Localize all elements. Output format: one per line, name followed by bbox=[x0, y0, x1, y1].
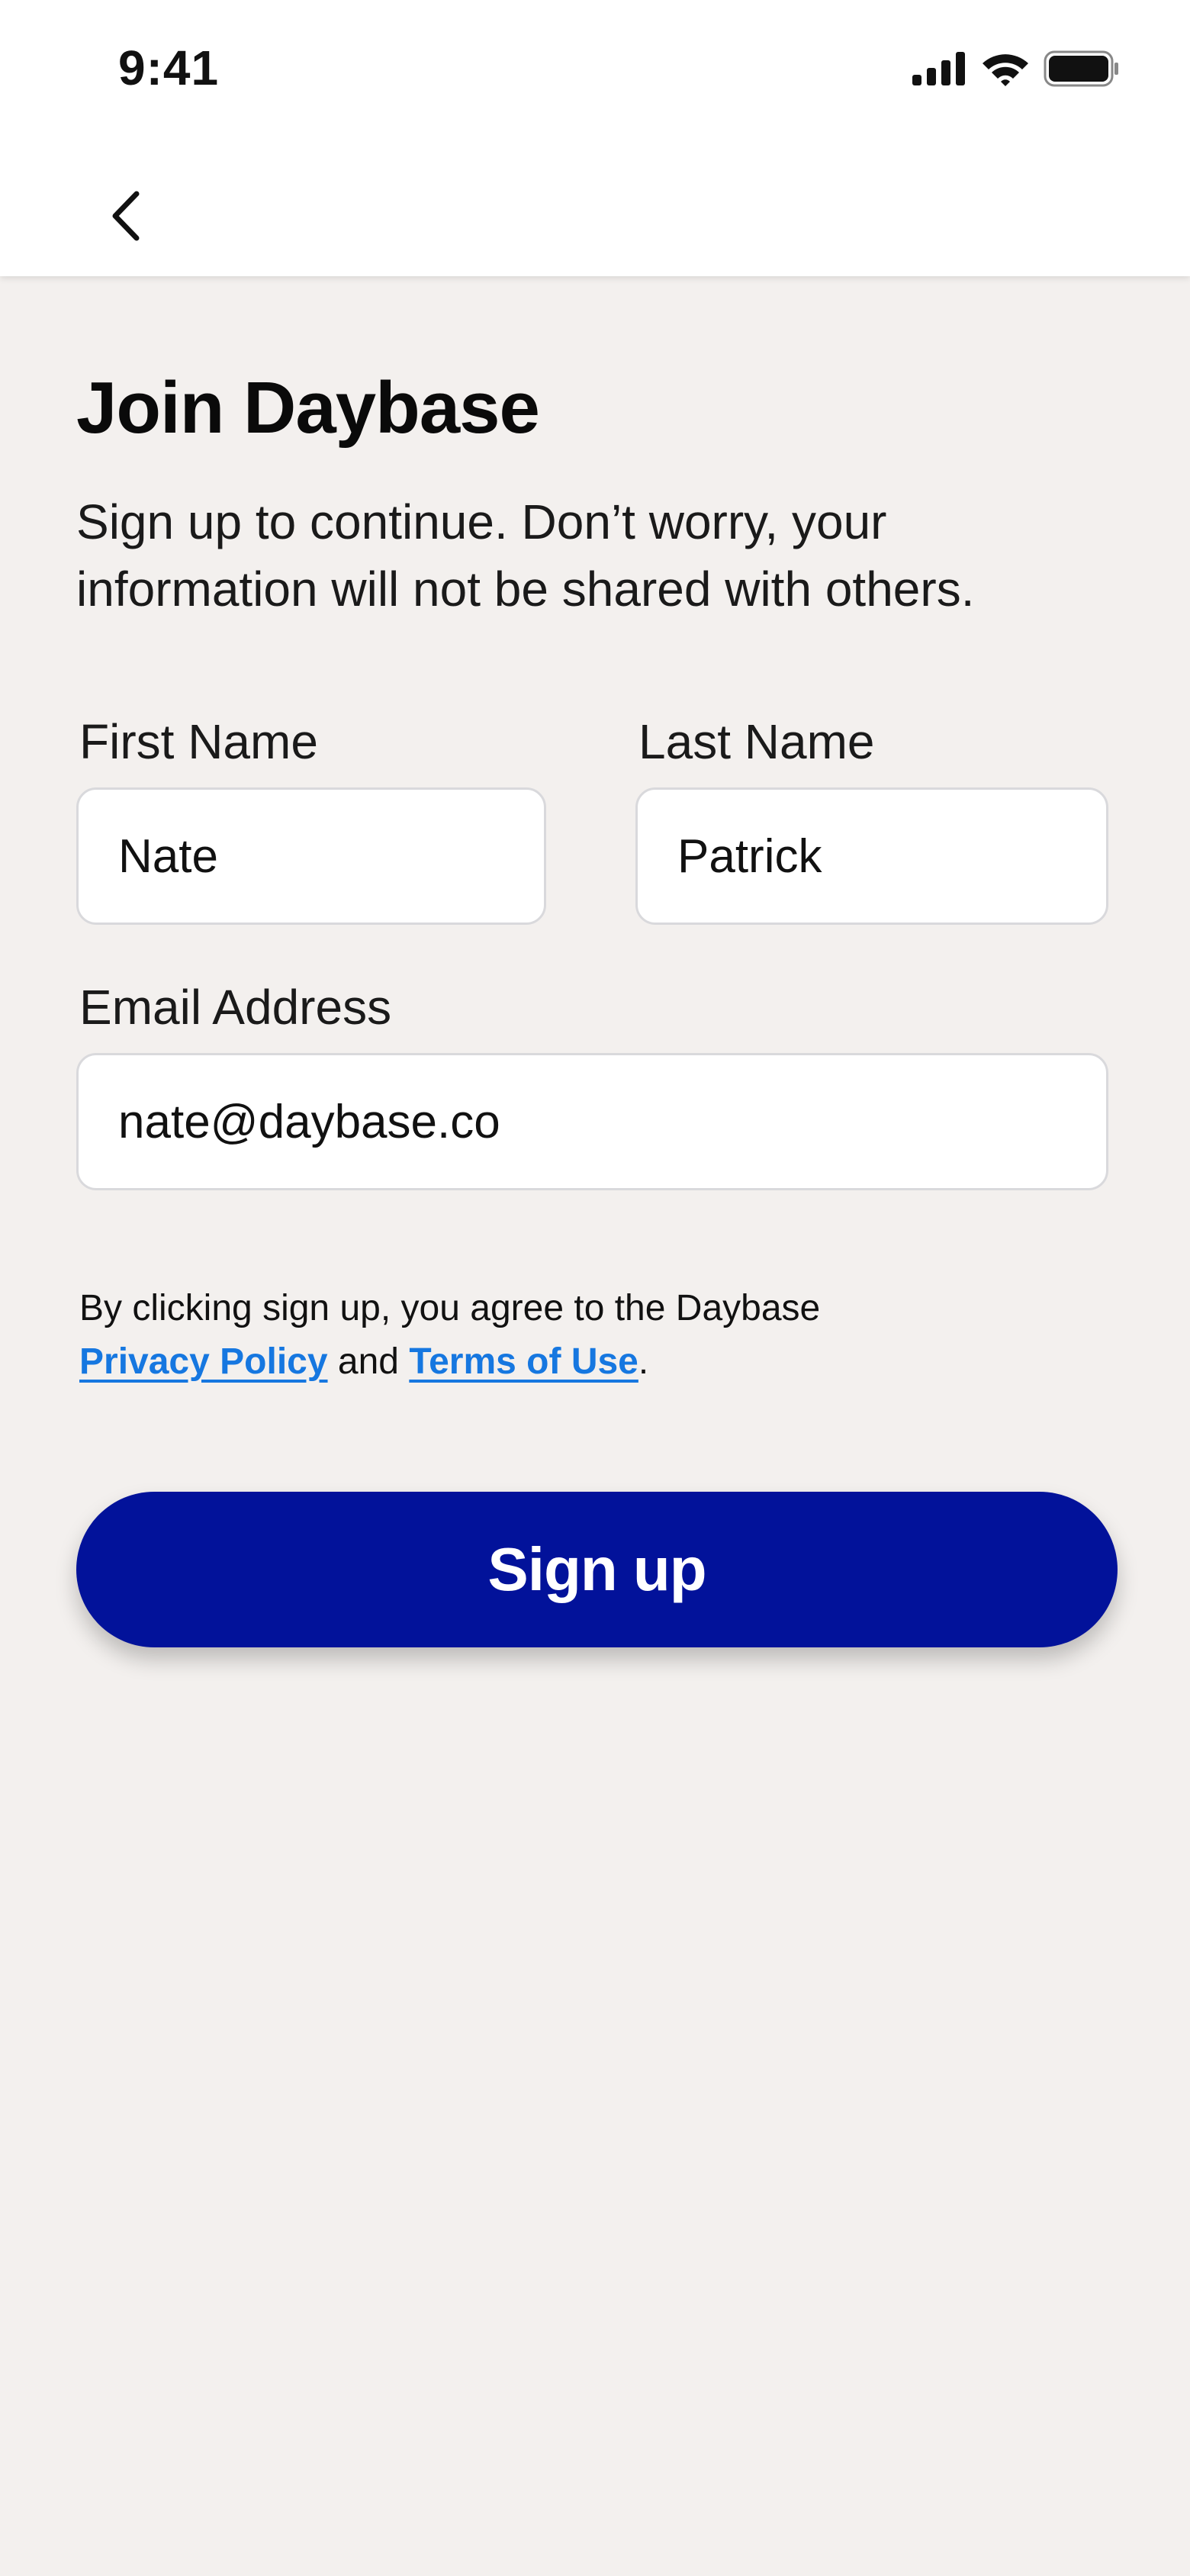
battery-icon bbox=[1044, 50, 1118, 87]
terms-prefix: By clicking sign up, you agree to the Da… bbox=[79, 1288, 821, 1328]
status-time: 9:41 bbox=[118, 40, 220, 95]
page-subtitle: Sign up to continue. Don’t worry, your i… bbox=[76, 494, 975, 617]
first-name-input[interactable] bbox=[76, 787, 546, 925]
email-label: Email Address bbox=[79, 980, 392, 1035]
sign-up-button[interactable]: Sign up bbox=[76, 1492, 1118, 1647]
email-input[interactable] bbox=[76, 1053, 1108, 1190]
page-title: Join Daybase bbox=[76, 367, 540, 449]
terms-text: By clicking sign up, you agree to the Da… bbox=[79, 1282, 820, 1389]
cellular-signal-icon bbox=[912, 52, 965, 85]
back-button[interactable] bbox=[103, 182, 149, 250]
terms-conjunction: and bbox=[337, 1341, 399, 1382]
status-icons bbox=[912, 50, 1120, 87]
top-bar: 9:41 bbox=[0, 0, 1190, 276]
last-name-input[interactable] bbox=[635, 787, 1108, 925]
terms-suffix: . bbox=[638, 1341, 649, 1382]
privacy-policy-link[interactable]: Privacy Policy bbox=[79, 1341, 328, 1382]
chevron-left-icon bbox=[112, 191, 140, 241]
wifi-icon bbox=[983, 54, 1028, 86]
first-name-label: First Name bbox=[79, 714, 318, 769]
terms-of-use-link[interactable]: Terms of Use bbox=[409, 1341, 638, 1382]
last-name-label: Last Name bbox=[638, 714, 875, 769]
